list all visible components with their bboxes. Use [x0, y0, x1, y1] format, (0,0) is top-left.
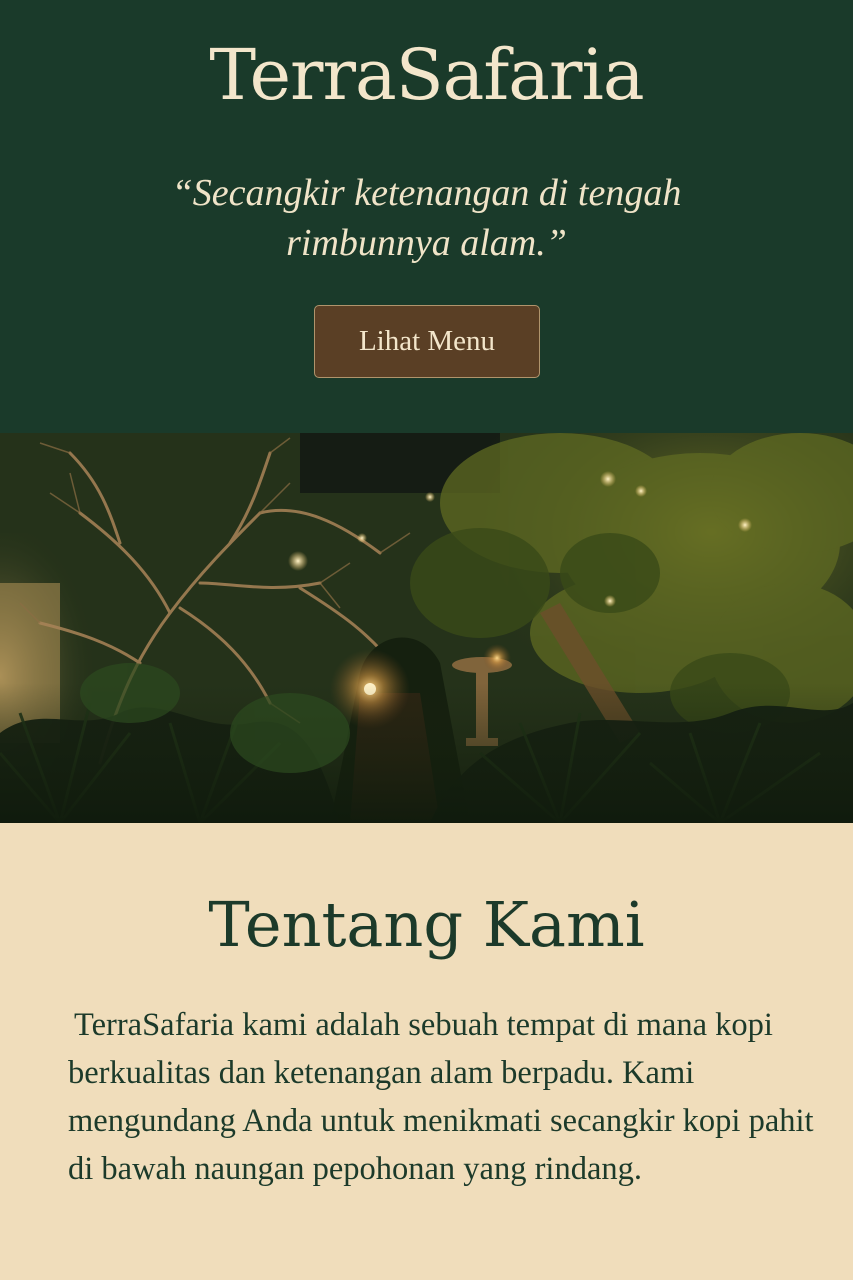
tagline: “Secangkir ketenangan di tengah rimbunny…	[171, 172, 682, 264]
night-garden-image	[0, 433, 853, 823]
about-title: Tentang Kami	[208, 888, 645, 961]
view-menu-button[interactable]: Lihat Menu	[314, 305, 540, 378]
hero-section: TerraSafaria “Secangkir ketenangan di te…	[0, 0, 853, 433]
garden-photo	[0, 433, 853, 823]
about-section: Tentang Kami TerraSafaria kami adalah se…	[0, 823, 853, 1280]
about-description: TerraSafaria kami adalah sebuah tempat d…	[68, 1007, 814, 1187]
landing-page: TerraSafaria “Secangkir ketenangan di te…	[0, 0, 853, 1280]
brand-title: TerraSafaria	[209, 34, 644, 116]
